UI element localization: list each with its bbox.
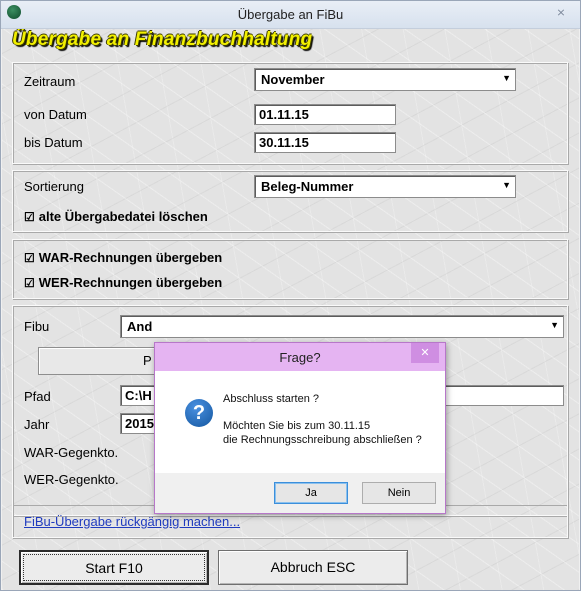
dialog-title-bar[interactable]: Frage? ✕ [155, 343, 445, 371]
fibu-select[interactable]: And ▼ [120, 315, 564, 338]
chevron-down-icon[interactable]: ▼ [550, 320, 559, 330]
undo-transfer-link[interactable]: FiBu-Übergabe rückgängig machen... [24, 514, 240, 529]
dialog-close-button[interactable]: ✕ [411, 343, 439, 363]
transfer-group [12, 239, 568, 299]
from-date-label: von Datum [24, 107, 87, 122]
period-label: Zeitraum [24, 74, 76, 89]
from-date-field[interactable]: 01.11.15 [254, 104, 396, 125]
year-label: Jahr [24, 417, 50, 432]
dialog-title: Frage? [279, 350, 321, 365]
checkbox-checked-icon[interactable]: ☑ [24, 276, 35, 290]
to-date-label: bis Datum [24, 135, 83, 150]
wer-label: WER-Rechnungen übergeben [38, 275, 223, 290]
delete-old-label: alte Übergabedatei löschen [38, 209, 208, 224]
wer-checkbox[interactable]: ☑ WER-Rechnungen übergeben [24, 275, 222, 290]
wer-account-label: WER-Gegenkto. [24, 472, 119, 487]
dialog-footer: Ja Nein [155, 473, 445, 513]
dialog-line-3: die Rechnungsschreibung abschließen ? [223, 434, 422, 446]
chevron-down-icon[interactable]: ▼ [502, 73, 511, 83]
sorting-label: Sortierung [24, 179, 84, 194]
title-bar[interactable]: Übergabe an FiBu ⨯ [1, 1, 580, 29]
start-button-label: Start F10 [85, 560, 143, 576]
checkbox-checked-icon[interactable]: ☑ [24, 251, 35, 265]
path-label: Pfad [24, 389, 51, 404]
war-checkbox[interactable]: ☑ WAR-Rechnungen übergeben [24, 250, 222, 265]
delete-old-checkbox[interactable]: ☑ alte Übergabedatei löschen [24, 209, 208, 224]
dialog-line-2: Möchten Sie bis zum 30.11.15 [223, 420, 371, 432]
sorting-select-value: Beleg-Nummer [261, 179, 354, 194]
fibu-select-value: And [127, 319, 153, 334]
period-select-value: November [261, 72, 325, 87]
fibu-label: Fibu [24, 319, 50, 334]
war-account-label: WAR-Gegenkto. [24, 445, 119, 460]
dialog-body: ? Abschluss starten ? Möchten Sie bis zu… [155, 371, 445, 473]
yes-button[interactable]: Ja [274, 482, 348, 504]
checkbox-checked-icon[interactable]: ☑ [24, 210, 35, 224]
question-icon: ? [185, 399, 213, 427]
dialog-line-1: Abschluss starten ? [223, 393, 319, 405]
window-close-button[interactable]: ⨯ [552, 5, 570, 21]
sorting-select[interactable]: Beleg-Nummer ▼ [254, 175, 516, 198]
page-title: Übergabe an Finanzbuchhaltung [12, 29, 313, 50]
confirm-dialog: Frage? ✕ ? Abschluss starten ? Möchten S… [154, 342, 446, 514]
window-title: Übergabe an FiBu [237, 7, 344, 22]
to-date-field[interactable]: 30.11.15 [254, 132, 396, 153]
chevron-down-icon[interactable]: ▼ [502, 180, 511, 190]
period-select[interactable]: November ▼ [254, 68, 516, 91]
start-button[interactable]: Start F10 [19, 550, 209, 585]
no-button[interactable]: Nein [362, 482, 436, 504]
main-window: Übergabe an FiBu ⨯ Übergabe an Finanzbuc… [0, 0, 581, 591]
war-label: WAR-Rechnungen übergeben [38, 250, 223, 265]
cancel-button-label: Abbruch ESC [270, 559, 356, 575]
cancel-button[interactable]: Abbruch ESC [218, 550, 408, 585]
client-area: Übergabe an Finanzbuchhaltung Zeitraum N… [2, 29, 579, 590]
